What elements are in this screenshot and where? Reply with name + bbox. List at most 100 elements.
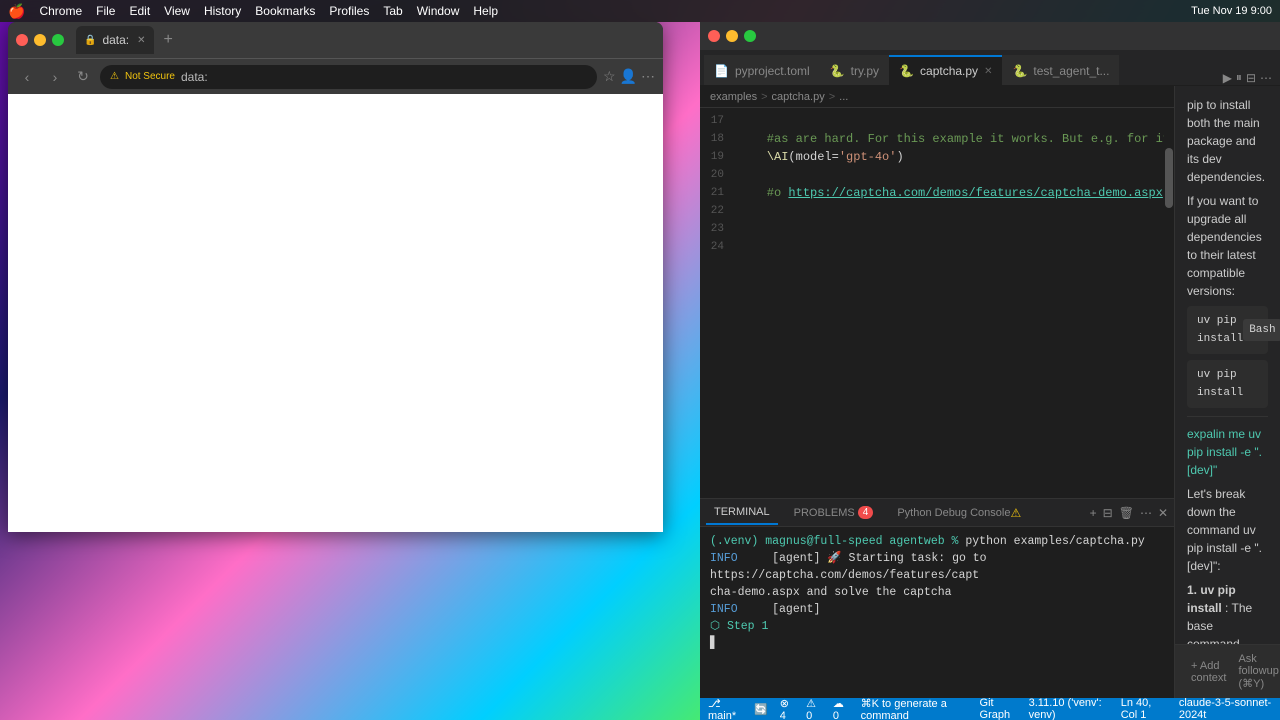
status-git-graph[interactable]: Git Graph xyxy=(980,697,1017,720)
tab-pyproject-icon: 📄 xyxy=(714,64,729,78)
terminal-tab-debug-console[interactable]: Python Debug Console ⚠ xyxy=(889,501,1029,525)
chrome-content xyxy=(8,94,663,532)
reload-button[interactable]: ↻ xyxy=(72,66,94,88)
tab-test-agent[interactable]: 🐍 test_agent_t... xyxy=(1002,55,1119,85)
ai-chat-content[interactable]: pip to install both the main package and… xyxy=(1175,86,1280,644)
tab-favicon-icon: 🔒 xyxy=(84,35,96,46)
code-line-19: \AI(model='gpt-4o') xyxy=(730,148,1164,166)
profile-icon[interactable]: 👤 xyxy=(620,68,637,85)
editor-gutter: 17 18 19 20 21 22 23 24 xyxy=(700,108,730,498)
security-icon: ⚠ xyxy=(110,71,119,82)
breadcrumb-captcha[interactable]: captcha.py xyxy=(772,91,825,103)
breadcrumb-more[interactable]: ... xyxy=(839,91,848,103)
ask-followup-button[interactable]: Ask followup (⌘Y) xyxy=(1232,651,1280,692)
menubar-chrome[interactable]: Chrome xyxy=(39,4,82,18)
address-text: data: xyxy=(181,70,208,84)
split-editor-icon[interactable]: ⊟ xyxy=(1246,71,1256,85)
vscode-editor[interactable]: 17 18 19 20 21 22 23 24 #as are hard. Fo… xyxy=(700,108,1174,498)
ai-text-intro: pip to install both the main package and… xyxy=(1187,96,1268,186)
terminal-content[interactable]: (.venv) magnus@full-speed agentweb % pyt… xyxy=(700,527,1174,698)
menubar-help[interactable]: Help xyxy=(473,4,498,18)
debug-icon[interactable]: ⏸ xyxy=(1236,70,1242,85)
editor-scrollbar[interactable] xyxy=(1164,108,1174,498)
ai-input-area: + Add context Ask followup (⌘Y) xyxy=(1175,644,1280,698)
vscode-maximize-button[interactable] xyxy=(744,30,756,42)
more-tabs-icon[interactable]: ⋯ xyxy=(1260,71,1272,85)
tab-pyproject-label: pyproject.toml xyxy=(735,64,810,78)
menubar-file[interactable]: File xyxy=(96,4,115,18)
code-close-19: ) xyxy=(896,150,903,164)
terminal-tab-terminal[interactable]: TERMINAL xyxy=(706,501,778,525)
vscode-breadcrumb: examples > captcha.py > ... xyxy=(700,86,1174,108)
chrome-maximize-button[interactable] xyxy=(52,34,64,46)
new-tab-button[interactable]: + xyxy=(164,31,173,49)
menubar-window[interactable]: Window xyxy=(417,4,460,18)
bash-label[interactable]: Bash xyxy=(1243,319,1280,341)
terminal-tab-problems[interactable]: PROBLEMS 4 xyxy=(786,501,882,525)
mac-menubar: 🍎 Chrome File Edit View History Bookmark… xyxy=(0,0,1280,22)
breadcrumb-sep1: > xyxy=(761,91,767,103)
run-icon[interactable]: ▶ xyxy=(1223,71,1232,85)
chrome-tab[interactable]: 🔒 data: ✕ xyxy=(76,26,154,54)
terminal-add-icon[interactable]: + xyxy=(1090,506,1097,520)
address-bar[interactable]: ⚠ Not Secure data: xyxy=(100,65,597,89)
bookmark-icon[interactable]: ☆ xyxy=(603,68,616,85)
tab-close-icon[interactable]: ✕ xyxy=(137,35,145,46)
status-branch[interactable]: ⎇ main* xyxy=(708,697,742,720)
status-errors[interactable]: ⊗ 4 xyxy=(780,697,794,720)
terminal-text-3: cha-demo.aspx and solve the captcha xyxy=(710,586,952,599)
terminal-close-icon[interactable]: ✕ xyxy=(1158,506,1168,520)
ai-input-row: + Add context Ask followup (⌘Y) xyxy=(1185,651,1270,692)
menubar-tab[interactable]: Tab xyxy=(383,4,402,18)
vscode-main: examples > captcha.py > ... 17 18 19 20 … xyxy=(700,86,1280,698)
breadcrumb-examples[interactable]: examples xyxy=(710,91,757,103)
add-context-button[interactable]: + Add context xyxy=(1185,658,1232,686)
code-ai-19: \AI xyxy=(767,150,789,164)
tab-pyproject[interactable]: 📄 pyproject.toml xyxy=(704,55,820,85)
ai-command-actions: Bash Ask Copy xyxy=(1243,319,1280,341)
status-sync-icon[interactable]: 🔄 xyxy=(754,703,768,716)
code-line-17 xyxy=(730,112,1164,130)
chrome-close-button[interactable] xyxy=(16,34,28,46)
menubar-bookmarks[interactable]: Bookmarks xyxy=(255,4,315,18)
terminal-step-5: ⬡ Step 1 xyxy=(710,620,768,633)
terminal-more-icon[interactable]: ⋯ xyxy=(1140,506,1152,520)
terminal-trash-icon[interactable]: 🗑 xyxy=(1119,506,1134,520)
ai-explanation: Let's break down the command uv pip inst… xyxy=(1187,485,1268,575)
menubar-history[interactable]: History xyxy=(204,4,241,18)
vscode-minimize-button[interactable] xyxy=(726,30,738,42)
menubar-profiles[interactable]: Profiles xyxy=(329,4,369,18)
vscode-close-button[interactable] xyxy=(708,30,720,42)
terminal-info-4: INFO xyxy=(710,603,738,616)
apple-logo-icon[interactable]: 🍎 xyxy=(8,3,25,20)
status-version[interactable]: 3.11.10 ('venv': venv) xyxy=(1029,697,1109,720)
code-indent-19 xyxy=(738,150,767,164)
terminal-split-icon[interactable]: ⊟ xyxy=(1103,506,1113,520)
menubar-view[interactable]: View xyxy=(164,4,190,18)
ai-text-para2: If you want to upgrade all dependencies … xyxy=(1187,192,1268,300)
tab-try[interactable]: 🐍 try.py xyxy=(820,55,889,85)
code-line-24 xyxy=(730,238,1164,256)
forward-button[interactable]: › xyxy=(44,66,66,88)
menubar-edit[interactable]: Edit xyxy=(129,4,150,18)
status-warnings[interactable]: ⚠ 0 xyxy=(806,697,821,720)
terminal-line-1: (.venv) magnus@full-speed agentweb % pyt… xyxy=(710,533,1164,550)
vscode-titlebar xyxy=(700,22,1280,50)
back-button[interactable]: ‹ xyxy=(16,66,38,88)
chrome-minimize-button[interactable] xyxy=(34,34,46,46)
tab-test-agent-label: test_agent_t... xyxy=(1033,64,1109,78)
terminal-text-4: [agent] xyxy=(745,603,821,616)
code-link-21[interactable]: https://captcha.com/demos/features/captc… xyxy=(788,186,1162,200)
terminal-actions: + ⊟ 🗑 ⋯ ✕ xyxy=(1090,506,1168,520)
status-model[interactable]: claude-3-5-sonnet-2024t xyxy=(1179,697,1272,720)
status-remote[interactable]: ☁ 0 xyxy=(833,697,849,720)
desktop: 🍎 Chrome File Edit View History Bookmark… xyxy=(0,0,1280,720)
terminal-line-cursor: ▋ xyxy=(710,635,1164,652)
status-line-col[interactable]: Ln 40, Col 1 xyxy=(1121,697,1167,720)
editor-content[interactable]: #as are hard. For this example it works.… xyxy=(730,108,1164,498)
terminal-cursor: ▋ xyxy=(710,637,717,650)
tab-captcha[interactable]: 🐍 captcha.py ✕ xyxy=(889,55,1002,85)
code-comment-18: #as are hard. For this example it works.… xyxy=(738,132,1164,146)
more-options-icon[interactable]: ⋯ xyxy=(641,68,655,85)
tab-captcha-close-icon[interactable]: ✕ xyxy=(984,66,992,77)
